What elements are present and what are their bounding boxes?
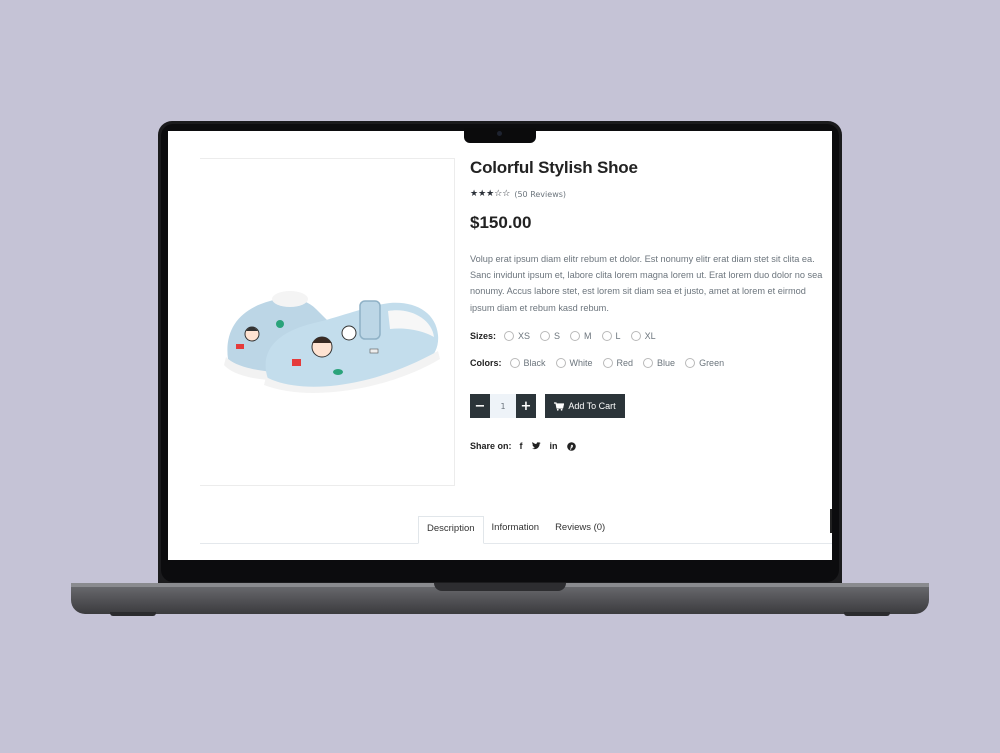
product-description: Volup erat ipsum diam elitr rebum et dol…: [470, 254, 823, 313]
size-option-xl[interactable]: XL: [630, 331, 656, 341]
radio-icon[interactable]: [601, 331, 612, 341]
laptop-hinge-notch: [434, 583, 566, 591]
product-tabs: Description Information Reviews (0): [418, 516, 613, 544]
tab-description[interactable]: Description: [418, 516, 484, 544]
product-image[interactable]: [210, 239, 450, 399]
colors-label: Colors:: [470, 358, 502, 368]
linkedin-icon[interactable]: in: [550, 441, 558, 451]
size-option-l[interactable]: L: [601, 331, 621, 341]
sizes-label: Sizes:: [470, 331, 497, 341]
laptop-foot-left: [110, 612, 156, 616]
color-option-red[interactable]: Red: [602, 358, 633, 368]
scroll-to-top-button[interactable]: [830, 509, 832, 533]
quantity-stepper: − 1 +: [470, 394, 536, 418]
tab-reviews[interactable]: Reviews (0): [547, 516, 613, 542]
radio-icon[interactable]: [570, 331, 581, 341]
color-option-blue[interactable]: Blue: [643, 358, 675, 368]
size-option-m[interactable]: M: [570, 331, 592, 341]
radio-icon[interactable]: [602, 358, 613, 368]
reviews-count[interactable]: (50 Reviews): [514, 190, 566, 199]
add-to-cart-label: Add To Cart: [568, 401, 616, 411]
color-option-white[interactable]: White: [555, 358, 593, 368]
quantity-minus-button[interactable]: −: [470, 394, 490, 418]
radio-icon[interactable]: [643, 358, 654, 368]
facebook-icon[interactable]: f: [520, 441, 523, 451]
share-label: Share on:: [470, 441, 512, 451]
size-option-s[interactable]: S: [540, 331, 560, 341]
size-options: Sizes: XS S M L XL: [470, 331, 666, 341]
quantity-input[interactable]: 1: [490, 394, 516, 418]
product-rating: ★★★☆☆ (50 Reviews): [470, 189, 566, 199]
star-rating-icon: ★★★☆☆: [470, 189, 511, 199]
product-price: $150.00: [470, 213, 532, 232]
share-row: Share on: f in: [470, 441, 585, 451]
radio-icon[interactable]: [630, 331, 641, 341]
product-title: Colorful Stylish Shoe: [470, 158, 638, 177]
quantity-plus-button[interactable]: +: [516, 394, 536, 418]
cart-icon: [554, 401, 565, 411]
radio-icon[interactable]: [555, 358, 566, 368]
radio-icon[interactable]: [504, 331, 515, 341]
color-option-green[interactable]: Green: [685, 358, 724, 368]
radio-icon[interactable]: [509, 358, 520, 368]
laptop-foot-right: [844, 612, 890, 616]
color-option-black[interactable]: Black: [509, 358, 546, 368]
product-image-frame: [200, 158, 455, 486]
radio-icon[interactable]: [540, 331, 551, 341]
tab-information[interactable]: Information: [484, 516, 548, 542]
color-options: Colors: Black White Red Blue Green: [470, 358, 734, 368]
twitter-icon[interactable]: [531, 442, 541, 450]
radio-icon[interactable]: [685, 358, 696, 368]
pinterest-icon[interactable]: [566, 441, 576, 451]
laptop-screen: Colorful Stylish Shoe ★★★☆☆ (50 Reviews)…: [168, 131, 832, 560]
camera-icon: [497, 131, 502, 136]
add-to-cart-button[interactable]: Add To Cart: [545, 394, 625, 418]
size-option-xs[interactable]: XS: [504, 331, 530, 341]
